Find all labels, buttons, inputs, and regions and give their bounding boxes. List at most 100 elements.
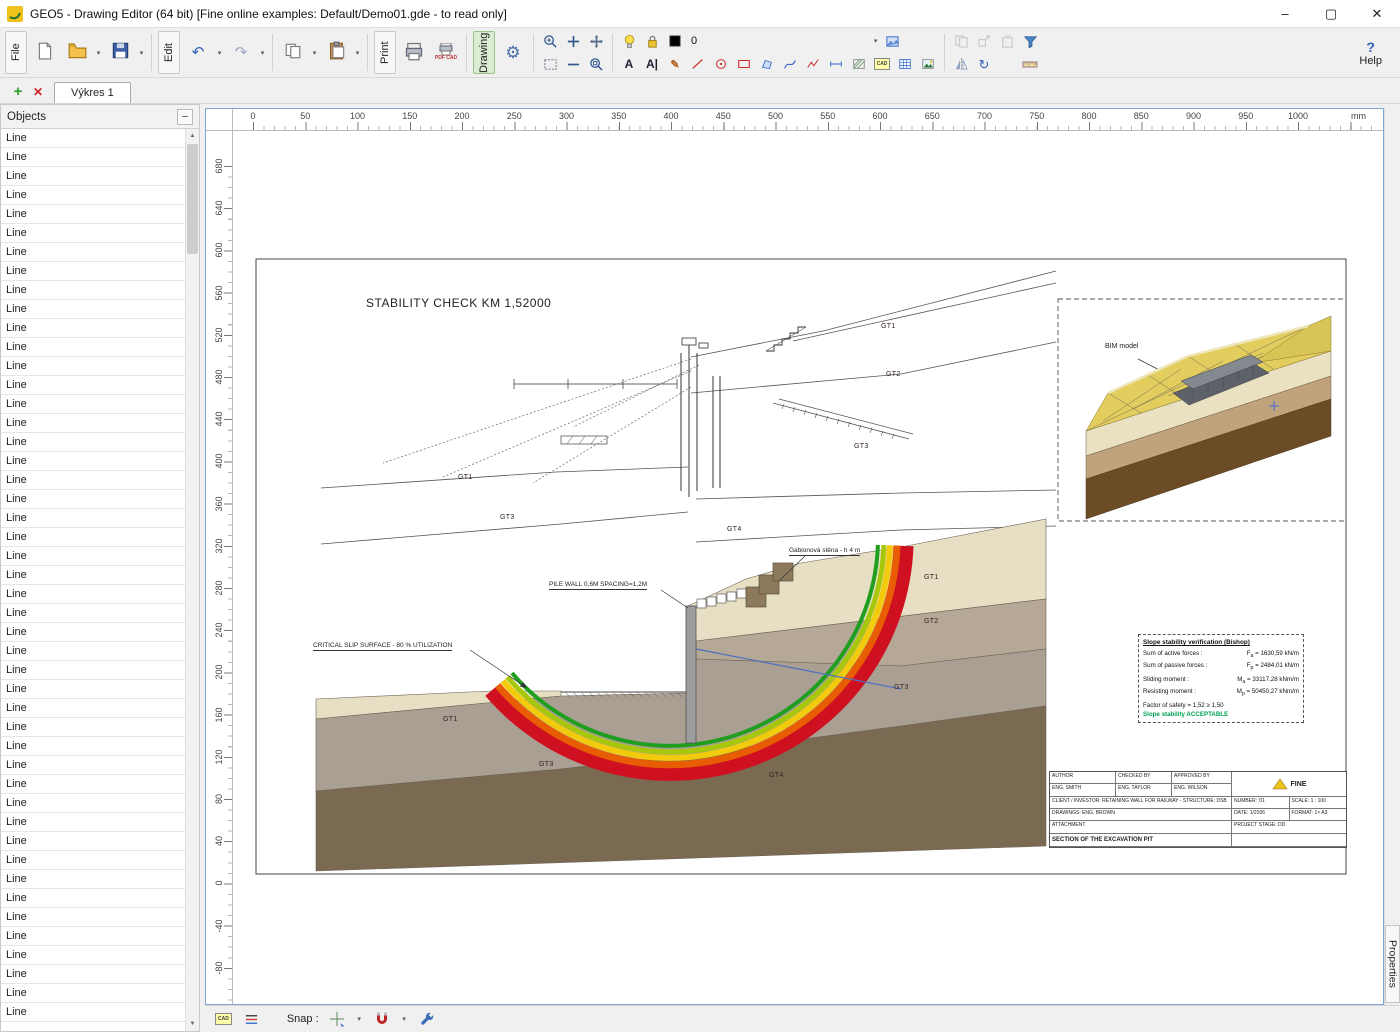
list-item-line[interactable]: Line bbox=[1, 813, 185, 832]
properties-tab[interactable]: Properties bbox=[1385, 925, 1400, 1003]
list-item-line[interactable]: Line bbox=[1, 566, 185, 585]
dimension-tool-button[interactable] bbox=[825, 53, 847, 75]
list-item-line[interactable]: Line bbox=[1, 186, 185, 205]
list-item-line[interactable]: Line bbox=[1, 870, 185, 889]
list-item-line[interactable]: Line bbox=[1, 490, 185, 509]
list-item-line[interactable]: Line bbox=[1, 319, 185, 338]
scroll-down-icon[interactable]: ▼ bbox=[186, 1017, 199, 1031]
lock-button[interactable] bbox=[641, 30, 663, 52]
copy-dropdown[interactable]: ▾ bbox=[310, 30, 319, 75]
save-dropdown[interactable]: ▾ bbox=[137, 30, 146, 75]
list-item-line[interactable]: Line bbox=[1, 984, 185, 1003]
list-item-line[interactable]: Line bbox=[1, 680, 185, 699]
pile-wall[interactable] bbox=[685, 605, 697, 744]
color-swatch[interactable] bbox=[664, 30, 686, 52]
list-item-line[interactable]: Line bbox=[1, 1003, 185, 1022]
paste-button[interactable] bbox=[321, 31, 351, 73]
draw-area[interactable]: STABILITY CHECK KM 1,52000 BIM model GT1… bbox=[233, 131, 1383, 1004]
list-item-line[interactable]: Line bbox=[1, 338, 185, 357]
scrollbar-thumb[interactable] bbox=[187, 144, 198, 254]
visibility-bulb-button[interactable] bbox=[618, 30, 640, 52]
polygon-tool-button[interactable] bbox=[756, 53, 778, 75]
measure-button[interactable] bbox=[1019, 53, 1041, 75]
magnet-dropdown[interactable]: ▾ bbox=[400, 1015, 409, 1023]
list-item-line[interactable]: Line bbox=[1, 357, 185, 376]
help-group[interactable]: ? Help bbox=[1359, 30, 1382, 75]
settings-tools-button[interactable] bbox=[417, 1009, 437, 1029]
zoom-out-button[interactable] bbox=[562, 53, 584, 75]
copy-button[interactable] bbox=[278, 31, 308, 73]
list-item-line[interactable]: Line bbox=[1, 243, 185, 262]
cad-import-button[interactable]: CAD bbox=[871, 53, 893, 75]
zoom-all-button[interactable] bbox=[585, 53, 607, 75]
list-item-line[interactable]: Line bbox=[1, 927, 185, 946]
list-item-line[interactable]: Line bbox=[1, 642, 185, 661]
image-tool-button[interactable] bbox=[917, 53, 939, 75]
add-sheet-button[interactable]: + bbox=[8, 83, 28, 100]
close-button[interactable]: ✕ bbox=[1354, 0, 1400, 28]
spline-tool-button[interactable] bbox=[779, 53, 801, 75]
list-item-line[interactable]: Line bbox=[1, 889, 185, 908]
polyline-tool-button[interactable] bbox=[802, 53, 824, 75]
paste-dropdown[interactable]: ▾ bbox=[353, 30, 362, 75]
table-tool-button[interactable] bbox=[894, 53, 916, 75]
maximize-button[interactable]: ▢ bbox=[1308, 0, 1354, 28]
move-object-button[interactable] bbox=[973, 30, 995, 52]
list-item-line[interactable]: Line bbox=[1, 376, 185, 395]
redo-button[interactable]: ↷ bbox=[226, 31, 256, 73]
list-item-line[interactable]: Line bbox=[1, 281, 185, 300]
delete-object-button[interactable] bbox=[996, 30, 1018, 52]
rectangle-tool-button[interactable] bbox=[733, 53, 755, 75]
print-pdf-cad-button[interactable]: PDF CAD bbox=[431, 31, 461, 73]
list-item-line[interactable]: Line bbox=[1, 148, 185, 167]
open-dropdown[interactable]: ▾ bbox=[94, 30, 103, 75]
redo-dropdown[interactable]: ▾ bbox=[258, 30, 267, 75]
collapse-panel-button[interactable]: – bbox=[177, 108, 193, 125]
point-tool-button[interactable] bbox=[710, 53, 732, 75]
print-button[interactable] bbox=[399, 31, 429, 73]
edit-menu-button[interactable]: Edit bbox=[158, 31, 180, 74]
list-item-line[interactable]: Line bbox=[1, 946, 185, 965]
mirror-button[interactable] bbox=[950, 53, 972, 75]
zoom-in-button[interactable] bbox=[562, 30, 584, 52]
print-menu-button[interactable]: Print bbox=[374, 31, 396, 74]
snap-mode-dropdown[interactable]: ▾ bbox=[355, 1015, 364, 1023]
drawing-geometry[interactable] bbox=[233, 131, 1383, 1004]
list-item-line[interactable]: Line bbox=[1, 414, 185, 433]
cad-status-button[interactable]: CAD bbox=[213, 1009, 234, 1029]
snap-mode-button[interactable] bbox=[327, 1009, 347, 1029]
list-item-line[interactable]: Line bbox=[1, 433, 185, 452]
text-tool-button[interactable]: A bbox=[618, 53, 640, 75]
list-item-line[interactable]: Line bbox=[1, 224, 185, 243]
list-item-line[interactable]: Line bbox=[1, 471, 185, 490]
close-sheet-button[interactable]: ✕ bbox=[28, 85, 48, 99]
drawing-menu-button[interactable]: Drawing bbox=[473, 31, 495, 74]
list-item-line[interactable]: Line bbox=[1, 509, 185, 528]
drawing-canvas[interactable]: 0 50 100 150 200 250 300 350 400 450 500 550 600 650 7… bbox=[205, 108, 1384, 1005]
undo-dropdown[interactable]: ▾ bbox=[215, 30, 224, 75]
list-item-line[interactable]: Line bbox=[1, 604, 185, 623]
list-item-line[interactable]: Line bbox=[1, 262, 185, 281]
file-menu-button[interactable]: File bbox=[5, 31, 27, 74]
tab-vykres-1[interactable]: Výkres 1 bbox=[54, 82, 131, 103]
pan-button[interactable] bbox=[585, 30, 607, 52]
list-item-line[interactable]: Line bbox=[1, 205, 185, 224]
annotate-tool-button[interactable]: ✎ bbox=[664, 53, 686, 75]
select-rectangle-button[interactable] bbox=[539, 53, 561, 75]
list-item-line[interactable]: Line bbox=[1, 661, 185, 680]
list-item-line[interactable]: Line bbox=[1, 775, 185, 794]
list-item-line[interactable]: Line bbox=[1, 585, 185, 604]
objects-scrollbar[interactable]: ▲ ▼ bbox=[185, 129, 199, 1031]
list-item-line[interactable]: Line bbox=[1, 300, 185, 319]
line-tool-button[interactable] bbox=[687, 53, 709, 75]
undo-button[interactable]: ↶ bbox=[183, 31, 213, 73]
list-item-line[interactable]: Line bbox=[1, 718, 185, 737]
hatch-tool-button[interactable] bbox=[848, 53, 870, 75]
new-document-button[interactable] bbox=[30, 31, 60, 73]
list-item-line[interactable]: Line bbox=[1, 547, 185, 566]
list-item-line[interactable]: Line bbox=[1, 965, 185, 984]
text-edit-tool-button[interactable]: A| bbox=[641, 53, 663, 75]
zoom-window-button[interactable] bbox=[539, 30, 561, 52]
magnet-snap-button[interactable] bbox=[372, 1009, 392, 1029]
scroll-up-icon[interactable]: ▲ bbox=[186, 129, 199, 143]
